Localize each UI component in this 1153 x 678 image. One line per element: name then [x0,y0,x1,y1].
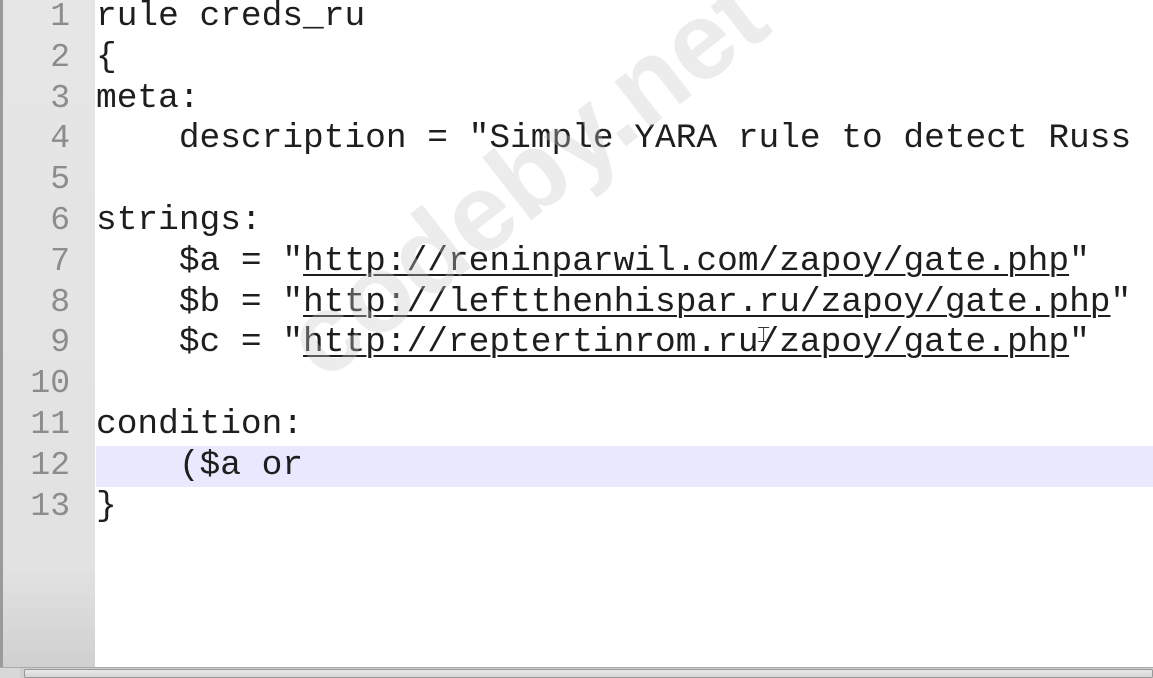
code-line[interactable]: 5 [0,160,1153,201]
code-text: condition: [96,404,304,444]
code-text: } [96,486,117,526]
line-number: 7 [50,242,70,280]
line-code[interactable] [96,160,1153,201]
text-cursor-icon: ⌶ [757,323,771,348]
code-text: rule creds_ru [96,0,366,36]
code-line[interactable]: 11 condition: [0,405,1153,446]
line-number: 11 [30,405,70,443]
code-line[interactable]: 9 $c = "http://reptertinrom.ru/zapoy/gat… [0,323,1153,364]
line-code[interactable]: strings: [96,201,1153,242]
line-code[interactable]: condition: [96,405,1153,446]
line-code[interactable]: { [96,38,1153,79]
line-code[interactable]: $b = "http://leftthenhispar.ru/zapoy/gat… [96,283,1153,324]
line-number: 3 [50,79,70,117]
code-text: $a = " [96,241,304,281]
line-code[interactable]: $a = "http://reninparwil.com/zapoy/gate.… [96,242,1153,283]
code-editor[interactable]: 1 rule creds_ru 2{3 meta: 4 description = "S… [0,0,1153,668]
code-line[interactable]: 2{ [0,38,1153,79]
line-number: 2 [50,38,70,76]
url-link[interactable]: http://reninparwil.com/zapoy/gate.php [303,242,1069,281]
code-line[interactable]: 6 strings: [0,201,1153,242]
line-code[interactable]: } [96,487,1153,528]
code-line[interactable]: 4 description = "Simple YARA rule to det… [0,119,1153,160]
code-text: $c = " [96,323,304,363]
line-number: 8 [50,283,70,321]
code-text: " [1110,282,1132,322]
code-text: $b = " [96,282,304,322]
code-line[interactable]: 7 $a = "http://reninparwil.com/zapoy/gat… [0,242,1153,283]
line-code[interactable]: description = "Simple YARA rule to detec… [96,119,1153,160]
code-line[interactable]: 13} [0,487,1153,528]
line-number: 10 [30,365,70,403]
horizontal-scrollbar[interactable] [0,667,1153,678]
line-number: 1 [50,0,70,35]
code-line[interactable]: 12 ($a or [0,445,1153,487]
code-text: strings: [96,200,262,240]
code-line[interactable]: 3 meta: [0,79,1153,120]
line-number: 5 [50,161,70,199]
code-text: description = "Simple YARA rule to detec… [96,119,1132,159]
scroll-left-button[interactable] [0,668,20,678]
code-line[interactable]: 1 rule creds_ru [0,0,1153,38]
scrollbar-thumb[interactable] [24,669,1153,678]
line-code[interactable]: $c = "http://reptertinrom.ru/zapoy/gate.… [96,323,1153,364]
line-code[interactable]: ($a or [96,445,1153,487]
code-text: { [96,37,117,77]
code-line[interactable]: 10 [0,364,1153,405]
code-text: meta: [96,78,200,118]
line-code[interactable]: meta: [96,79,1153,120]
code-text: " [1069,323,1090,363]
code-text: ($a or [96,445,324,485]
url-link[interactable]: http://reptertinrom.ru/zapoy/gate.php [303,323,1069,362]
url-link[interactable]: http://leftthenhispar.ru/zapoy/gate.php [303,283,1110,322]
code-text: " [1069,241,1090,281]
code-line[interactable]: 8 $b = "http://leftthenhispar.ru/zapoy/g… [0,283,1153,324]
line-number: 12 [30,446,70,484]
line-code[interactable] [96,364,1153,405]
line-number: 9 [50,324,70,362]
line-code[interactable]: rule creds_ru [96,0,1153,38]
line-number: 6 [50,201,70,239]
line-number: 4 [50,120,70,158]
line-number: 13 [30,487,70,525]
